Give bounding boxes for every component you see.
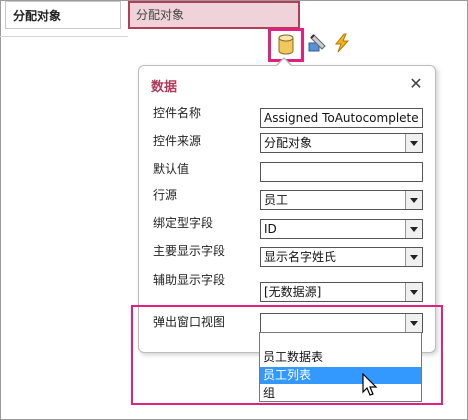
default-value-input[interactable] <box>260 162 423 182</box>
field-label: 分配对象 <box>5 1 121 29</box>
row-label-control-name: 控件名称 <box>153 106 202 120</box>
secondary-display-select[interactable]: [无数据源] <box>260 282 423 302</box>
chevron-down-icon[interactable] <box>405 134 422 152</box>
close-icon: ✕ <box>409 73 423 93</box>
control-name-input[interactable]: Assigned ToAutocomplete <box>260 108 423 128</box>
chevron-down-icon[interactable] <box>405 191 422 209</box>
panel-pointer-inner <box>276 59 292 67</box>
bound-field-select[interactable]: ID <box>260 219 423 239</box>
chevron-down-icon[interactable] <box>405 248 422 266</box>
row-source-select[interactable]: 员工 <box>260 190 423 210</box>
row-source-value: 员工 <box>264 193 289 207</box>
row-label-primary-display: 主要显示字段 <box>153 244 226 258</box>
close-button[interactable]: ✕ <box>407 73 425 93</box>
format-button[interactable] <box>306 32 328 54</box>
action-icon <box>334 33 350 53</box>
primary-display-value: 显示名字姓氏 <box>264 250 337 264</box>
autocomplete-control[interactable]: 分配对象 <box>128 1 300 29</box>
panel-title: 数据 <box>151 80 178 95</box>
popup-view-dropdown: 员工数据表 员工列表 组 <box>259 332 422 402</box>
row-label-secondary-display: 辅助显示字段 <box>153 273 226 287</box>
dropdown-option[interactable]: 组 <box>260 385 421 402</box>
popup-view-select[interactable] <box>260 313 423 333</box>
mouse-cursor-icon <box>362 373 378 396</box>
chevron-down-icon[interactable] <box>405 220 422 238</box>
dropdown-option[interactable]: 员工数据表 <box>260 349 421 366</box>
control-source-select[interactable]: 分配对象 <box>260 133 423 153</box>
row-label-control-source: 控件来源 <box>153 134 202 148</box>
chevron-down-icon[interactable] <box>405 314 422 332</box>
form-divider <box>0 36 128 37</box>
control-source-value: 分配对象 <box>264 136 313 150</box>
row-label-popup-view: 弹出窗口视图 <box>153 315 226 329</box>
bound-field-value: ID <box>264 222 277 236</box>
row-label-bound-field: 绑定型字段 <box>153 216 214 230</box>
primary-display-select[interactable]: 显示名字姓氏 <box>260 247 423 267</box>
secondary-display-value: [无数据源] <box>264 285 322 299</box>
format-icon <box>308 34 326 52</box>
row-label-default-value: 默认值 <box>153 162 190 176</box>
property-panel: 数据 ✕ 控件名称 Assigned ToAutocomplete 控件来源 分… <box>138 65 436 353</box>
dropdown-option-selected[interactable]: 员工列表 <box>260 367 421 384</box>
row-label-row-source: 行源 <box>153 188 178 202</box>
data-icon <box>278 34 294 55</box>
chevron-down-icon[interactable] <box>405 283 422 301</box>
action-button[interactable] <box>331 32 353 54</box>
